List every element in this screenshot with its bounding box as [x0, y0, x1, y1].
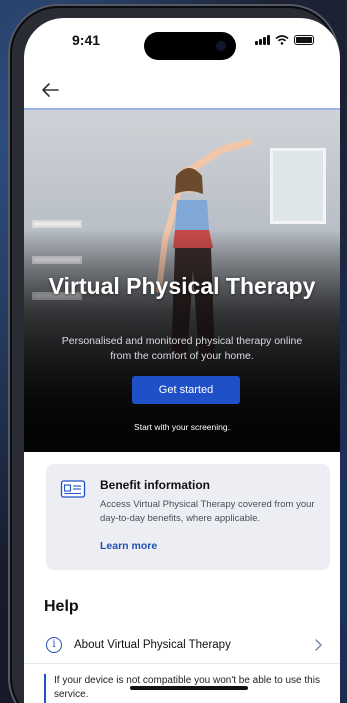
id-card-icon — [60, 480, 86, 498]
hero-banner: Virtual Physical Therapy Personalised an… — [24, 110, 340, 452]
signal-icon — [255, 35, 270, 45]
about-vpt-row[interactable]: i About Virtual Physical Therapy — [24, 628, 340, 664]
phone-frame: 9:41 Virtual Physical Therapy Personalis… — [10, 6, 340, 703]
dynamic-island — [144, 32, 236, 60]
learn-more-link[interactable]: Learn more — [100, 540, 157, 552]
stage-background: 9:41 Virtual Physical Therapy Personalis… — [0, 0, 347, 703]
get-started-button[interactable]: Get started — [132, 376, 240, 404]
benefit-body: Access Virtual Physical Therapy covered … — [100, 499, 315, 524]
help-heading: Help — [44, 598, 79, 615]
hero-subtitle: Personalised and monitored physical ther… — [61, 335, 303, 362]
status-time: 9:41 — [72, 32, 101, 48]
status-icons — [255, 35, 314, 45]
benefit-card: Benefit information Access Virtual Physi… — [46, 464, 330, 570]
home-indicator — [130, 686, 248, 690]
app-screen: 9:41 Virtual Physical Therapy Personalis… — [24, 18, 340, 703]
hero-title: Virtual Physical Therapy — [48, 273, 316, 299]
battery-icon — [294, 35, 314, 45]
info-icon: i — [46, 637, 62, 653]
wifi-icon — [275, 35, 289, 45]
nav-bar — [24, 70, 340, 110]
arrow-left-icon[interactable] — [38, 78, 62, 102]
camera-icon — [216, 41, 226, 51]
about-vpt-label: About Virtual Physical Therapy — [74, 639, 231, 651]
benefit-title: Benefit information — [100, 478, 210, 492]
chevron-right-icon — [315, 639, 323, 651]
screening-note: Start with your screening. — [134, 422, 230, 432]
